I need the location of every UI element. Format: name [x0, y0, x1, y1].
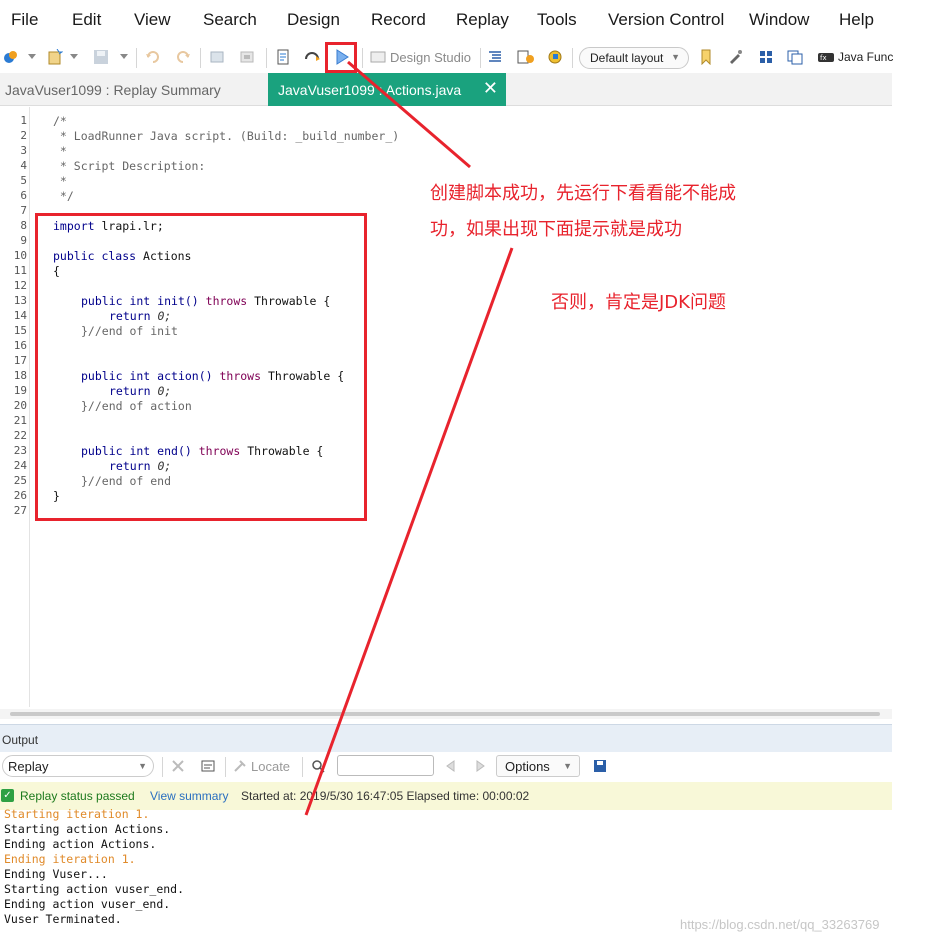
- annotation-arrow: [304, 247, 514, 816]
- annotation-text: 否则，肯定是JDK问题: [551, 292, 726, 313]
- annotation-arrow: [347, 60, 471, 169]
- annotation-arrows: [304, 60, 514, 816]
- annotation-text: 创建脚本成功，先运行下看看能不能成: [430, 183, 736, 204]
- annotation-text: 功，如果出现下面提示就是成功: [430, 219, 682, 240]
- watermark: https://blog.csdn.net/qq_33263769: [680, 917, 880, 932]
